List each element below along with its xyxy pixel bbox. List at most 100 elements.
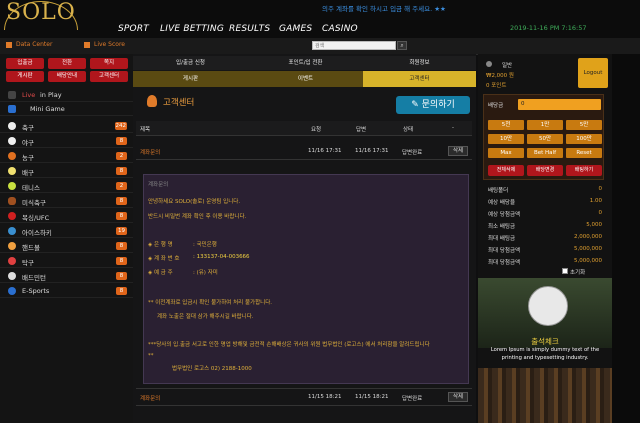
baseball-icon bbox=[8, 137, 16, 145]
deposit-button[interactable]: 입출금 bbox=[6, 58, 44, 69]
tab-event[interactable]: 이벤트 bbox=[248, 71, 363, 87]
sidebar-item-basketball[interactable]: 농구 2 bbox=[0, 149, 133, 163]
law-line-3: 법무법인 로고스 02) 2188-1000 bbox=[172, 366, 252, 372]
write-inquiry-button[interactable]: ✎ 문의하기 bbox=[396, 96, 470, 114]
info-label: 예상 배당율 bbox=[488, 200, 516, 206]
sidebar-item-volleyball[interactable]: 배구 8 bbox=[0, 164, 133, 178]
info-label: 최대 당첨금액 bbox=[488, 248, 521, 254]
change-odds-button[interactable]: 배당변경 bbox=[527, 165, 563, 176]
chip-50k[interactable]: 5만 bbox=[566, 120, 602, 130]
balance: ₩2,000 원 bbox=[486, 73, 514, 79]
odds-guide-button[interactable]: 배당안내 bbox=[48, 71, 86, 82]
chip-100k[interactable]: 10만 bbox=[488, 134, 524, 144]
nav-casino[interactable]: CASINO bbox=[322, 24, 358, 34]
col-action: - bbox=[452, 125, 454, 131]
panel-notice: 반드시 비밀번 계좌 확인 후 이용 바랍니다. bbox=[148, 214, 247, 220]
data-center-link[interactable]: Data Center bbox=[16, 41, 52, 48]
clear-all-button[interactable]: 전체삭제 bbox=[488, 165, 524, 176]
sidebar-item-boxing[interactable]: 복싱/UFC 8 bbox=[0, 209, 133, 223]
handball-icon bbox=[8, 242, 16, 250]
sidebar-item-handball[interactable]: 핸드볼 8 bbox=[0, 239, 133, 253]
scroll-area bbox=[612, 54, 640, 423]
chip-500k[interactable]: 50만 bbox=[527, 134, 563, 144]
tab-board[interactable]: 게시판 bbox=[133, 71, 248, 87]
nav-live-betting[interactable]: LIVE BETTING bbox=[160, 24, 224, 34]
answer-panel bbox=[143, 174, 469, 384]
info-value: 5,000,000 bbox=[574, 258, 602, 264]
search-input[interactable] bbox=[312, 41, 396, 50]
bank-label: ◈ 은 행 명 bbox=[148, 242, 173, 248]
sidebar-item-table-tennis[interactable]: 탁구 8 bbox=[0, 254, 133, 268]
row-title[interactable]: 계좌문의 bbox=[140, 148, 160, 156]
mini-game-icon bbox=[8, 105, 16, 113]
nav-sport[interactable]: SPORT bbox=[118, 24, 149, 34]
library-banner[interactable] bbox=[478, 368, 612, 423]
sidebar-item-tennis[interactable]: 테니스 2 bbox=[0, 179, 133, 193]
info-label: 예상 당첨금액 bbox=[488, 212, 521, 218]
chip-reset[interactable]: Reset bbox=[566, 148, 602, 158]
live-score-link[interactable]: Live Score bbox=[94, 41, 125, 48]
board-button[interactable]: 게시판 bbox=[6, 71, 44, 82]
row-title[interactable]: 계좌문의 bbox=[140, 394, 160, 402]
info-value: 0 bbox=[598, 210, 603, 216]
delete-button[interactable]: 삭제 bbox=[448, 392, 468, 402]
logo[interactable]: SOLO bbox=[6, 0, 76, 25]
delete-button[interactable]: 삭제 bbox=[448, 146, 468, 156]
tab-deposit-withdraw[interactable]: 입/출금 신청 bbox=[133, 56, 249, 70]
nav-games[interactable]: GAMES bbox=[279, 24, 312, 34]
info-label: 최소 배팅금 bbox=[488, 224, 516, 230]
points: 0 포인트 bbox=[486, 83, 507, 89]
row-requested: 11/15 18:21 bbox=[308, 394, 342, 400]
tab-support[interactable]: 고객센터 bbox=[363, 71, 476, 87]
bell-icon bbox=[147, 95, 157, 107]
sidebar-item-soccer[interactable]: 축구 242 bbox=[0, 119, 133, 133]
support-button[interactable]: 고객센터 bbox=[90, 71, 128, 82]
convert-button[interactable]: 전환 bbox=[48, 58, 86, 69]
row-requested: 11/16 17:31 bbox=[308, 148, 342, 154]
info-value: 5,000 bbox=[586, 222, 602, 228]
bet-amount-input[interactable]: 0 bbox=[518, 99, 601, 110]
col-answered: 답변 bbox=[356, 127, 367, 133]
col-requested: 요청 bbox=[311, 127, 322, 133]
row-status: 답변완료 bbox=[402, 150, 423, 156]
chip-10k[interactable]: 1만 bbox=[527, 120, 563, 130]
sidebar-item-american-football[interactable]: 미식축구 8 bbox=[0, 194, 133, 208]
info-value: 5,000,000 bbox=[574, 246, 602, 252]
message-button[interactable]: 쪽지 bbox=[90, 58, 128, 69]
col-status: 상태 bbox=[403, 127, 414, 133]
chip-bet-half[interactable]: Bet Half bbox=[527, 148, 563, 158]
sidebar-item-mini-game[interactable]: Mini Game bbox=[0, 102, 133, 116]
tab-member-info[interactable]: 회원정보 bbox=[363, 56, 476, 70]
tennis-icon bbox=[8, 182, 16, 190]
logout-button[interactable]: Logout bbox=[578, 58, 608, 88]
boxing-icon bbox=[8, 212, 16, 220]
user-icon bbox=[486, 61, 492, 67]
chip-max[interactable]: Max bbox=[488, 148, 524, 158]
panel-greeting: 안녕하세요 SOLO(솔로) 운영팀 입니다. bbox=[148, 199, 241, 205]
pencil-icon: ✎ bbox=[411, 100, 422, 110]
search-icon[interactable]: ⌕ bbox=[397, 41, 407, 50]
law-line-1: ***당사의 입.출금 서고로 인한 명업 방해및 금전적 손해배상은 귀사의 … bbox=[148, 342, 430, 348]
reset-checkbox[interactable] bbox=[562, 268, 568, 274]
reset-label: 초기화 bbox=[570, 270, 586, 276]
col-title: 제목 bbox=[140, 127, 151, 133]
chip-1m[interactable]: 100만 bbox=[566, 134, 602, 144]
volleyball-icon bbox=[8, 167, 16, 175]
football-icon bbox=[8, 197, 16, 205]
sidebar-item-esports[interactable]: E-Sports 8 bbox=[0, 284, 133, 298]
sidebar-item-baseball[interactable]: 야구 8 bbox=[0, 134, 133, 148]
ice-hockey-icon bbox=[8, 227, 16, 235]
chip-5k[interactable]: 5천 bbox=[488, 120, 524, 130]
account-value: : 133137-04-003666 bbox=[193, 254, 250, 260]
sidebar-item-ice-hockey[interactable]: 아이스하키 19 bbox=[0, 224, 133, 238]
tab-point-convert[interactable]: 포인트/입 전환 bbox=[248, 56, 364, 70]
badminton-icon bbox=[8, 272, 16, 280]
row-status: 답변완료 bbox=[402, 396, 423, 402]
sidebar-item-badminton[interactable]: 배드민턴 8 bbox=[0, 269, 133, 283]
basketball-icon bbox=[8, 152, 16, 160]
place-bet-button[interactable]: 배팅하기 bbox=[566, 165, 602, 176]
nav-results[interactable]: RESULTS bbox=[229, 24, 270, 34]
warning-line-1: ** 이전계좌로 입금시 확인 불가하여 처리 불가합니다. bbox=[148, 300, 272, 306]
soccer-ball-icon bbox=[528, 286, 568, 326]
sidebar-item-live[interactable]: Live in Play bbox=[0, 88, 133, 102]
